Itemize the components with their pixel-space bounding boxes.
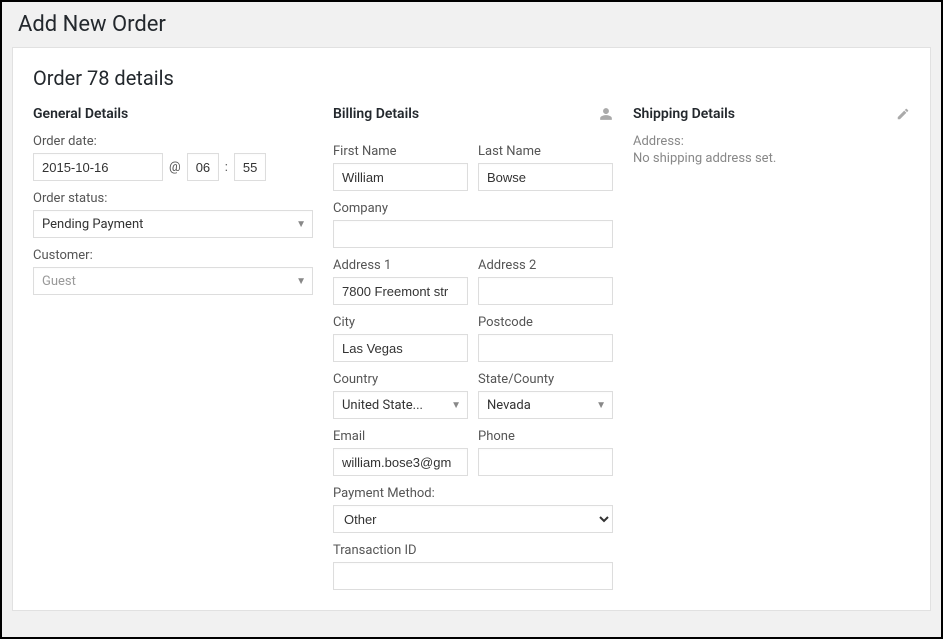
shipping-address-label: Address: xyxy=(633,134,910,149)
phone-input[interactable] xyxy=(478,448,613,476)
page-title: Add New Order xyxy=(12,8,931,47)
transaction-id-input[interactable] xyxy=(333,562,613,590)
user-icon[interactable] xyxy=(599,107,613,121)
last-name-input[interactable] xyxy=(478,163,613,191)
state-label: State/County xyxy=(478,372,613,387)
transaction-id-label: Transaction ID xyxy=(333,543,613,558)
company-input[interactable] xyxy=(333,220,613,248)
general-heading: General Details xyxy=(33,106,128,122)
panel-title: Order 78 details xyxy=(33,66,910,90)
address1-input[interactable] xyxy=(333,277,468,305)
order-status-value: Pending Payment xyxy=(42,217,143,232)
at-symbol: @ xyxy=(169,160,181,175)
customer-select[interactable]: Guest ▼ xyxy=(33,267,313,295)
pencil-icon[interactable] xyxy=(896,107,910,121)
billing-column: Billing Details First Name Last Name xyxy=(333,106,613,590)
country-label: Country xyxy=(333,372,468,387)
order-date-input[interactable] xyxy=(33,153,163,181)
shipping-address-text: No shipping address set. xyxy=(633,151,910,166)
address2-label: Address 2 xyxy=(478,258,613,273)
email-input[interactable] xyxy=(333,448,468,476)
order-minute-input[interactable] xyxy=(234,153,266,181)
shipping-heading: Shipping Details xyxy=(633,106,735,122)
city-input[interactable] xyxy=(333,334,468,362)
order-panel: Order 78 details General Details Order d… xyxy=(12,47,931,611)
first-name-label: First Name xyxy=(333,144,468,159)
state-select[interactable]: Nevada ▼ xyxy=(478,391,613,419)
customer-value: Guest xyxy=(42,274,76,289)
address2-input[interactable] xyxy=(478,277,613,305)
country-select[interactable]: United State... ▼ xyxy=(333,391,468,419)
shipping-column: Shipping Details Address: No shipping ad… xyxy=(633,106,910,590)
payment-method-select[interactable]: Other xyxy=(333,505,613,533)
chevron-down-icon: ▼ xyxy=(451,400,461,411)
billing-heading: Billing Details xyxy=(333,106,419,122)
order-hour-input[interactable] xyxy=(187,153,219,181)
general-column: General Details Order date: @ : Order st… xyxy=(33,106,313,590)
postcode-label: Postcode xyxy=(478,315,613,330)
state-value: Nevada xyxy=(487,398,531,413)
address1-label: Address 1 xyxy=(333,258,468,273)
last-name-label: Last Name xyxy=(478,144,613,159)
phone-label: Phone xyxy=(478,429,613,444)
order-date-label: Order date: xyxy=(33,134,313,149)
chevron-down-icon: ▼ xyxy=(596,400,606,411)
order-status-label: Order status: xyxy=(33,191,313,206)
order-status-select[interactable]: Pending Payment ▼ xyxy=(33,210,313,238)
country-value: United State... xyxy=(342,398,423,413)
city-label: City xyxy=(333,315,468,330)
postcode-input[interactable] xyxy=(478,334,613,362)
first-name-input[interactable] xyxy=(333,163,468,191)
email-label: Email xyxy=(333,429,468,444)
customer-label: Customer: xyxy=(33,248,313,263)
chevron-down-icon: ▼ xyxy=(296,276,306,287)
chevron-down-icon: ▼ xyxy=(296,219,306,230)
time-colon: : xyxy=(225,160,228,175)
payment-method-label: Payment Method: xyxy=(333,486,613,501)
company-label: Company xyxy=(333,201,613,216)
